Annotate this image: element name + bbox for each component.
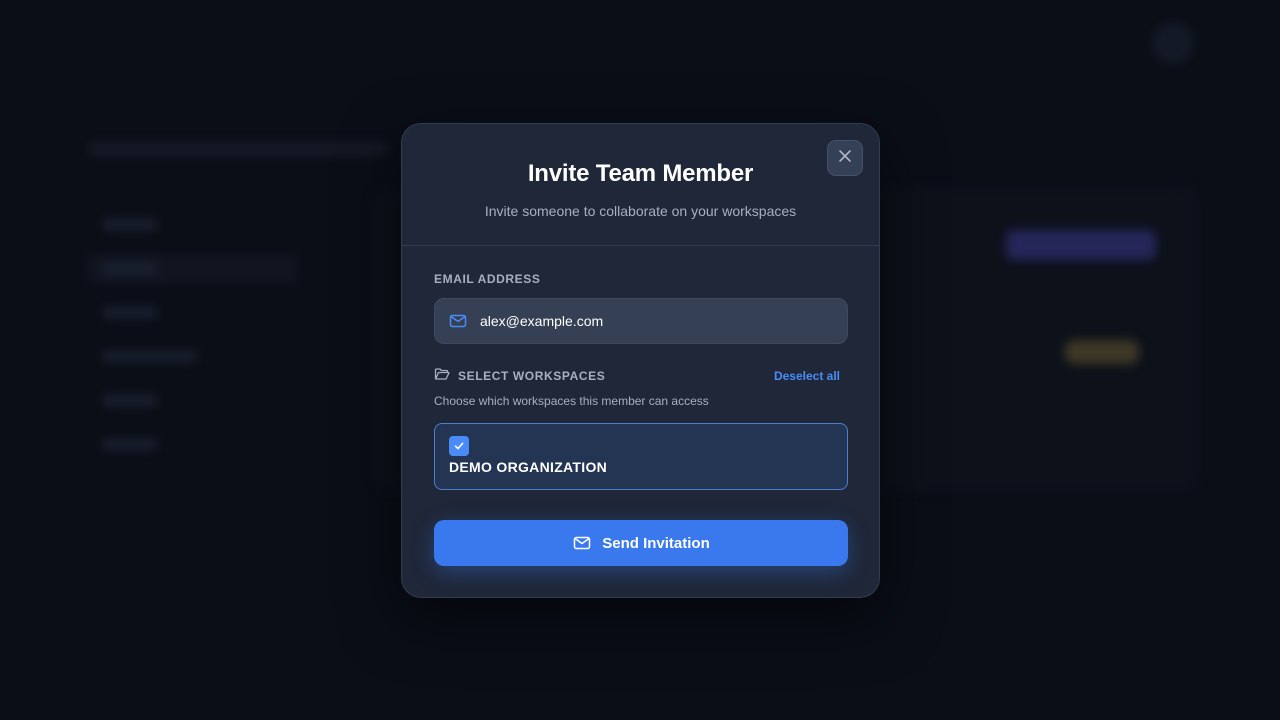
avatar [1152, 22, 1194, 64]
workspaces-hint: Choose which workspaces this member can … [434, 394, 709, 408]
background-subtitle-placeholder [88, 142, 388, 156]
deselect-all-button[interactable]: Deselect all [774, 369, 840, 383]
back-link-placeholder [88, 22, 248, 48]
folder-icon [434, 366, 450, 387]
divider [402, 245, 879, 246]
send-invitation-label: Send Invitation [602, 534, 710, 552]
background-badge [1064, 340, 1140, 364]
sidebar-item [88, 254, 298, 284]
mail-icon [572, 533, 592, 553]
sidebar-item [88, 298, 298, 328]
email-label: EMAIL ADDRESS [434, 272, 541, 286]
modal-subtitle: Invite someone to collaborate on your wo… [484, 203, 797, 219]
check-icon [454, 442, 464, 450]
background-button [1006, 230, 1156, 260]
email-input[interactable] [480, 313, 820, 329]
send-invitation-button[interactable]: Send Invitation [434, 520, 848, 566]
workspaces-header: SELECT WORKSPACES Deselect all [434, 367, 848, 385]
mail-icon [448, 311, 468, 331]
email-field[interactable] [434, 298, 848, 344]
sidebar-item [88, 430, 298, 460]
workspaces-label: SELECT WORKSPACES [458, 369, 606, 383]
workspace-checkbox[interactable] [449, 436, 469, 456]
sidebar-item [88, 386, 298, 416]
modal-title: Invite Team Member [527, 160, 754, 187]
invite-modal: Invite Team Member Invite someone to col… [401, 123, 880, 598]
sidebar-item [88, 342, 298, 372]
background-sidebar [88, 210, 298, 474]
sidebar-item [88, 210, 298, 240]
workspace-name: DEMO ORGANIZATION [449, 459, 608, 475]
workspace-option[interactable]: DEMO ORGANIZATION [434, 423, 848, 490]
